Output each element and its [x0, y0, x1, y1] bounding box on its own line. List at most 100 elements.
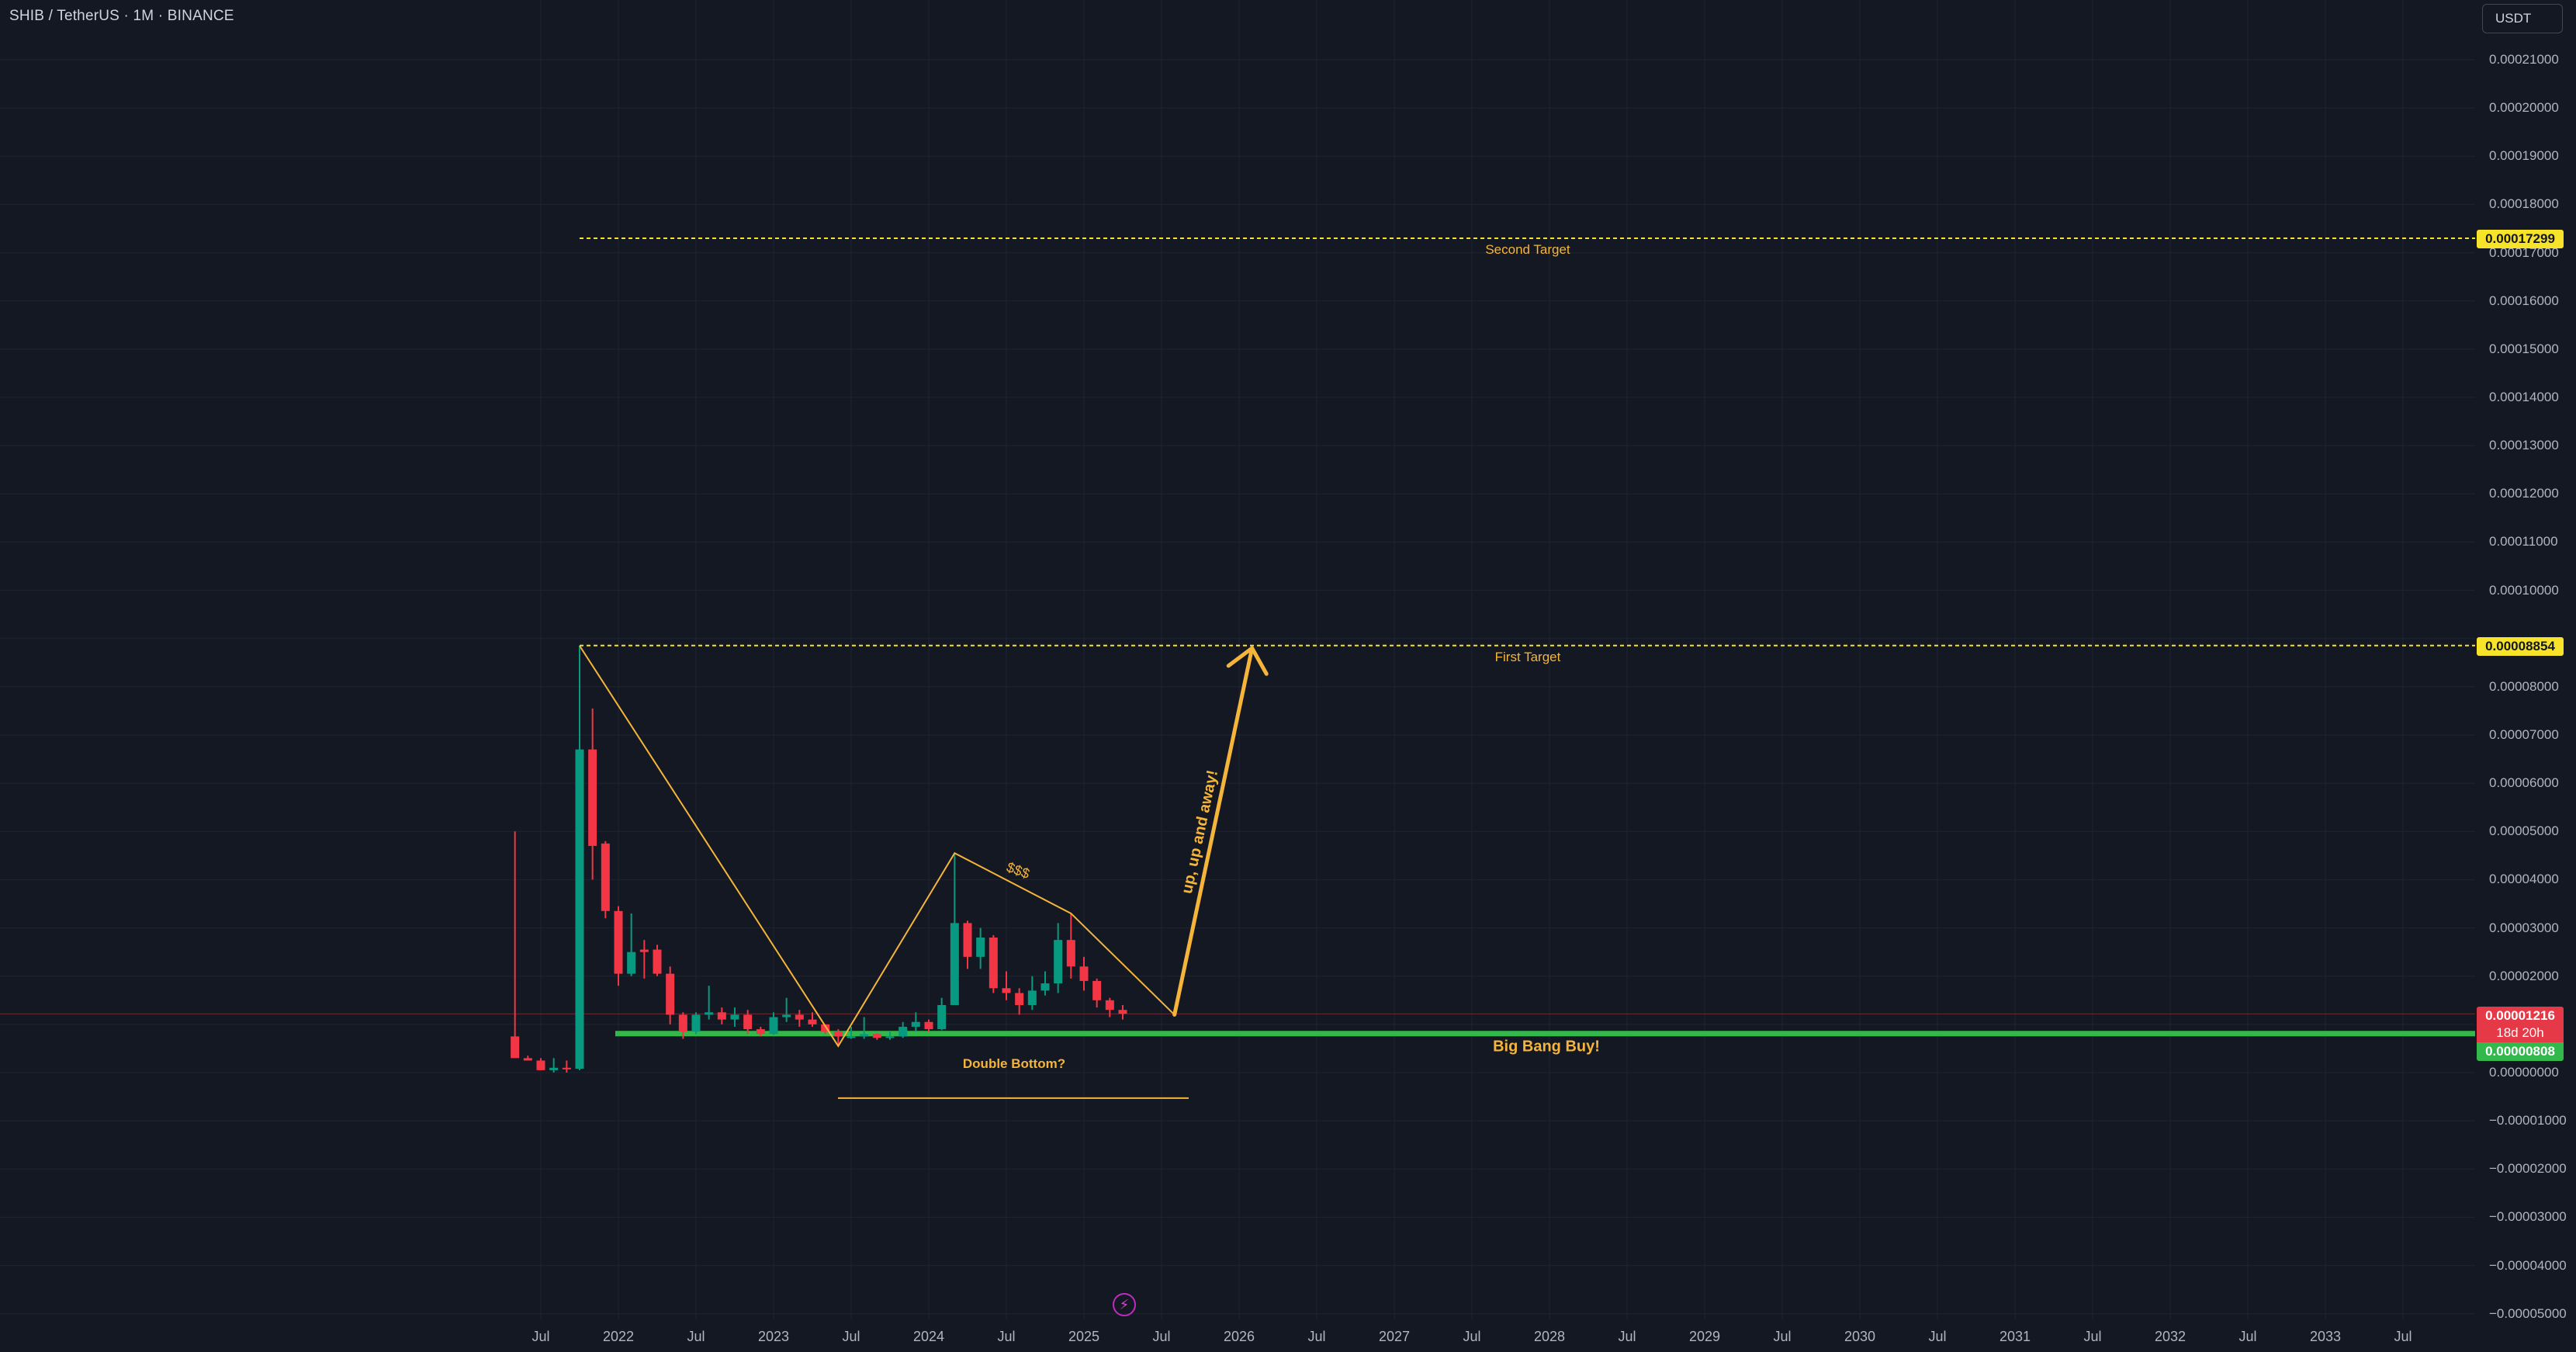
candle-body [627, 952, 636, 974]
candle-body [666, 973, 675, 1015]
candle-body [639, 949, 649, 952]
time-tick-label: Jul [1928, 1329, 1947, 1344]
time-tick-label: 2029 [1688, 1329, 1721, 1344]
price-tick-label: 0.00013000 [2489, 438, 2559, 453]
candle-body [937, 1005, 947, 1030]
price-tick-label: 0.00008000 [2489, 678, 2559, 694]
trendline-drawings [579, 645, 1269, 1048]
second-target-label: Second Target [1485, 242, 1570, 257]
candlestick-series [511, 646, 1127, 1073]
time-tick-label: Jul [2083, 1329, 2102, 1344]
candle-body [562, 1067, 571, 1069]
price-tick-label: 0.00000000 [2489, 1065, 2559, 1080]
time-tick-label: Jul [1618, 1329, 1636, 1344]
time-tick-label: 2028 [1533, 1329, 1566, 1344]
candle-body [976, 938, 985, 957]
candle-body [1054, 940, 1063, 984]
price-tick-label: −0.00001000 [2489, 1113, 2567, 1128]
candle-body [1002, 988, 1011, 993]
candle-body [730, 1014, 739, 1020]
candle-body [963, 923, 972, 957]
time-tick-label: Jul [842, 1329, 860, 1344]
price-tick-label: −0.00004000 [2489, 1257, 2567, 1273]
candle-body [860, 1034, 869, 1037]
candle-body [847, 1036, 856, 1038]
price-tick-label: 0.00007000 [2489, 727, 2559, 742]
time-tick-label: 2030 [1844, 1329, 1876, 1344]
currency-button[interactable]: USDT [2482, 4, 2563, 33]
candle-body [1079, 966, 1089, 981]
price-tick-label: 0.00003000 [2489, 920, 2559, 935]
candle-body [898, 1026, 908, 1037]
time-tick-label: 2023 [757, 1329, 790, 1344]
time-tick-label: 2022 [602, 1329, 635, 1344]
price-tick-label: −0.00003000 [2489, 1209, 2567, 1225]
support-price-label: 0.00000808 [2477, 1042, 2564, 1061]
candle-body [717, 1012, 726, 1020]
second-target-price-label: 0.00017299 [2477, 230, 2564, 248]
time-tick-label: 2032 [2154, 1329, 2186, 1344]
candle-body [743, 1014, 753, 1030]
time-tick-label: 2031 [1999, 1329, 2031, 1344]
lightning-icon[interactable]: ⚡ [1113, 1293, 1136, 1316]
time-tick-label: Jul [997, 1329, 1016, 1344]
candle-body [511, 1036, 520, 1059]
candle-body [549, 1067, 559, 1070]
price-tick-label: 0.00015000 [2489, 341, 2559, 356]
first-target-price-label: 0.00008854 [2477, 637, 2564, 656]
price-tick-label: 0.00011000 [2489, 534, 2558, 549]
countdown-label: 18d 20h [2477, 1024, 2564, 1042]
price-tick-label: 0.00018000 [2489, 196, 2559, 212]
time-tick-label: Jul [1152, 1329, 1171, 1344]
candle-body [756, 1029, 765, 1035]
time-tick-label: Jul [687, 1329, 705, 1344]
price-tick-label: 0.00014000 [2489, 390, 2559, 404]
big-bang-buy-label: Big Bang Buy! [1493, 1038, 1600, 1056]
candle-body [808, 1019, 817, 1024]
candle-body [924, 1021, 933, 1030]
current-price-label: 0.00001216 [2477, 1007, 2564, 1025]
candle-body [950, 923, 959, 1005]
candle-body [1092, 980, 1102, 1000]
candle-body [833, 1031, 843, 1037]
candle-body [614, 910, 623, 974]
time-tick-label: Jul [1463, 1329, 1481, 1344]
candle-body [872, 1034, 881, 1038]
price-tick-label: 0.00010000 [2489, 582, 2559, 598]
candle-body [575, 749, 584, 1069]
price-tick-label: −0.00002000 [2489, 1161, 2567, 1177]
double-bottom-label: Double Bottom? [962, 1056, 1066, 1071]
price-tick-label: 0.00012000 [2489, 486, 2559, 501]
candle-body [536, 1060, 545, 1070]
time-tick-label: Jul [1773, 1329, 1792, 1344]
time-tick-label: 2027 [1378, 1329, 1411, 1344]
time-tick-label: 2025 [1068, 1329, 1100, 1344]
time-tick-label: 2033 [2309, 1329, 2342, 1344]
price-tick-label: 0.00021000 [2489, 52, 2559, 67]
candle-body [769, 1017, 778, 1035]
price-tick-label: 0.00016000 [2489, 293, 2559, 308]
time-tick-label: Jul [531, 1329, 550, 1344]
candle-body [795, 1014, 804, 1020]
level-lines [0, 237, 2475, 1099]
symbol-title[interactable]: SHIB / TetherUS · 1M · BINANCE [9, 8, 234, 25]
price-tick-label: −0.00005000 [2489, 1305, 2567, 1321]
candle-body [1118, 1010, 1127, 1014]
time-tick-label: 2024 [912, 1329, 945, 1344]
candle-body [1105, 1000, 1114, 1011]
candle-body [691, 1014, 701, 1032]
candle-body [1040, 983, 1050, 991]
candle-body [885, 1036, 895, 1038]
price-tick-label: 0.00006000 [2489, 775, 2559, 791]
candle-body [911, 1021, 920, 1027]
price-tick-label: 0.00005000 [2489, 823, 2559, 839]
candle-body [678, 1014, 687, 1032]
candle-body [1015, 993, 1024, 1005]
price-chart[interactable] [0, 0, 2576, 1352]
price-tick-label: 0.00004000 [2489, 872, 2559, 887]
price-tick-label: 0.00019000 [2489, 148, 2559, 164]
time-tick-label: 2026 [1223, 1329, 1255, 1344]
candle-body [989, 938, 998, 989]
candle-body [1027, 990, 1037, 1005]
time-tick-label: Jul [2394, 1329, 2412, 1344]
